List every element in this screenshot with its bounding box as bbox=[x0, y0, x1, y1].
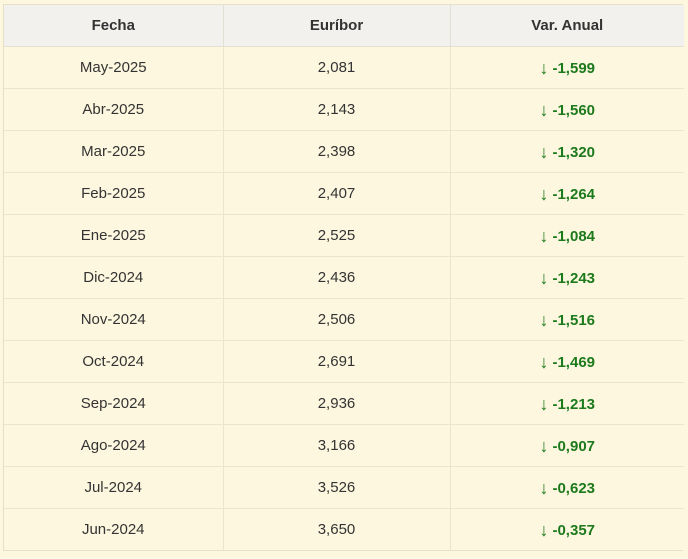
cell-fecha: May-2025 bbox=[4, 46, 224, 89]
header-euribor: Euríbor bbox=[223, 5, 451, 47]
cell-var-anual: ↓ -1,213 bbox=[450, 382, 684, 425]
down-arrow-icon: ↓ bbox=[539, 352, 549, 372]
var-anual-value: -1,320 bbox=[552, 144, 596, 161]
table-row: Jun-2024 3,650 ↓ -0,357 bbox=[4, 508, 684, 550]
cell-fecha: Ene-2025 bbox=[4, 214, 224, 257]
header-fecha: Fecha bbox=[4, 5, 224, 47]
euribor-table-container: Fecha Euríbor Var. Anual May-2025 2,081 ↓ -… bbox=[3, 4, 684, 551]
cell-var-anual: ↓ -1,599 bbox=[450, 46, 684, 89]
euribor-table: Fecha Euríbor Var. Anual May-2025 2,081 ↓ -… bbox=[4, 5, 684, 550]
cell-var-anual: ↓ -1,264 bbox=[450, 172, 684, 215]
cell-var-anual: ↓ -1,560 bbox=[450, 88, 684, 131]
table-row: Dic-2024 2,436 ↓ -1,243 bbox=[4, 256, 684, 299]
cell-fecha: Ago-2024 bbox=[4, 424, 224, 467]
cell-euribor: 3,650 bbox=[223, 508, 451, 550]
cell-var-anual: ↓ -1,320 bbox=[450, 130, 684, 173]
var-anual-value: -1,599 bbox=[552, 60, 596, 77]
var-anual-value: -1,243 bbox=[552, 270, 596, 287]
down-arrow-icon: ↓ bbox=[539, 58, 549, 78]
cell-var-anual: ↓ -0,357 bbox=[450, 508, 684, 550]
table-row: Abr-2025 2,143 ↓ -1,560 bbox=[4, 88, 684, 131]
cell-euribor: 2,081 bbox=[223, 46, 451, 89]
cell-fecha: Abr-2025 bbox=[4, 88, 224, 131]
header-var-anual: Var. Anual bbox=[450, 5, 684, 47]
down-arrow-icon: ↓ bbox=[539, 478, 549, 498]
var-anual-value: -1,560 bbox=[552, 102, 596, 119]
down-arrow-icon: ↓ bbox=[539, 142, 549, 162]
var-anual-value: -0,907 bbox=[552, 438, 596, 455]
down-arrow-icon: ↓ bbox=[539, 436, 549, 456]
cell-var-anual: ↓ -1,516 bbox=[450, 298, 684, 341]
table-row: Sep-2024 2,936 ↓ -1,213 bbox=[4, 382, 684, 425]
down-arrow-icon: ↓ bbox=[539, 268, 549, 288]
cell-fecha: Jul-2024 bbox=[4, 466, 224, 509]
cell-fecha: Oct-2024 bbox=[4, 340, 224, 383]
cell-var-anual: ↓ -1,469 bbox=[450, 340, 684, 383]
down-arrow-icon: ↓ bbox=[539, 310, 549, 330]
down-arrow-icon: ↓ bbox=[539, 100, 549, 120]
table-row: Jul-2024 3,526 ↓ -0,623 bbox=[4, 466, 684, 509]
var-anual-value: -1,516 bbox=[552, 312, 596, 329]
cell-fecha: Mar-2025 bbox=[4, 130, 224, 173]
cell-var-anual: ↓ -0,907 bbox=[450, 424, 684, 467]
table-row: Nov-2024 2,506 ↓ -1,516 bbox=[4, 298, 684, 341]
cell-euribor: 2,936 bbox=[223, 382, 451, 425]
table-row: May-2025 2,081 ↓ -1,599 bbox=[4, 46, 684, 89]
cell-euribor: 2,436 bbox=[223, 256, 451, 299]
cell-euribor: 2,407 bbox=[223, 172, 451, 215]
table-header-row: Fecha Euríbor Var. Anual bbox=[4, 5, 684, 47]
cell-euribor: 2,525 bbox=[223, 214, 451, 257]
var-anual-value: -1,469 bbox=[552, 354, 596, 371]
cell-fecha: Sep-2024 bbox=[4, 382, 224, 425]
down-arrow-icon: ↓ bbox=[539, 184, 549, 204]
cell-euribor: 2,691 bbox=[223, 340, 451, 383]
table-row: Oct-2024 2,691 ↓ -1,469 bbox=[4, 340, 684, 383]
cell-fecha: Jun-2024 bbox=[4, 508, 224, 550]
cell-fecha: Nov-2024 bbox=[4, 298, 224, 341]
table-row: Ago-2024 3,166 ↓ -0,907 bbox=[4, 424, 684, 467]
cell-euribor: 2,143 bbox=[223, 88, 451, 131]
table-row: Mar-2025 2,398 ↓ -1,320 bbox=[4, 130, 684, 173]
var-anual-value: -0,623 bbox=[552, 480, 596, 497]
cell-euribor: 2,398 bbox=[223, 130, 451, 173]
cell-var-anual: ↓ -1,084 bbox=[450, 214, 684, 257]
cell-euribor: 3,166 bbox=[223, 424, 451, 467]
table-row: Ene-2025 2,525 ↓ -1,084 bbox=[4, 214, 684, 257]
down-arrow-icon: ↓ bbox=[539, 394, 549, 414]
cell-euribor: 3,526 bbox=[223, 466, 451, 509]
down-arrow-icon: ↓ bbox=[539, 226, 549, 246]
var-anual-value: -1,084 bbox=[552, 228, 596, 245]
cell-euribor: 2,506 bbox=[223, 298, 451, 341]
var-anual-value: -0,357 bbox=[552, 522, 596, 539]
table-row: Feb-2025 2,407 ↓ -1,264 bbox=[4, 172, 684, 215]
cell-var-anual: ↓ -0,623 bbox=[450, 466, 684, 509]
var-anual-value: -1,213 bbox=[552, 396, 596, 413]
down-arrow-icon: ↓ bbox=[539, 520, 549, 540]
cell-fecha: Feb-2025 bbox=[4, 172, 224, 215]
cell-fecha: Dic-2024 bbox=[4, 256, 224, 299]
cell-var-anual: ↓ -1,243 bbox=[450, 256, 684, 299]
var-anual-value: -1,264 bbox=[552, 186, 596, 203]
